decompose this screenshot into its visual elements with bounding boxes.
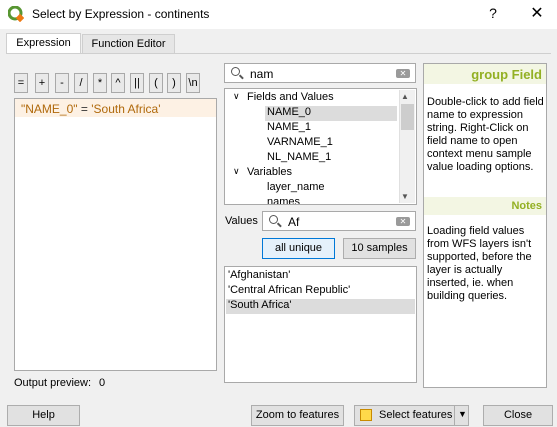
tree-item-label: NL_NAME_1 [267,151,332,163]
value-item[interactable]: 'Afghanistan' [226,269,415,284]
clear-search-icon[interactable]: ✕ [396,217,410,226]
expression-operator-token: = [77,102,92,116]
tree-item-varname-1[interactable]: VARNAME_1 [225,136,399,151]
notes-heading: Notes [424,197,546,215]
window-title: Select by Expression - continents [32,7,210,21]
tab-expression[interactable]: Expression [6,33,81,54]
expand-arrow-icon[interactable]: ∨ [233,166,240,177]
values-search-input[interactable]: Af ✕ [262,211,416,231]
values-label: Values [225,215,258,227]
help-heading: group Field [424,64,546,84]
operator-open-paren-button[interactable]: ( [149,73,163,93]
values-list[interactable]: 'Afghanistan' 'Central African Republic'… [224,266,417,383]
tab-function-editor[interactable]: Function Editor [82,34,175,54]
tree-item-name-0[interactable]: NAME_0 [265,106,397,121]
function-search-input[interactable]: nam ✕ [224,63,416,83]
tree-group-fields-and-values[interactable]: ∨ Fields and Values [225,91,399,106]
help-button[interactable]: Help [7,405,80,426]
clear-search-icon[interactable]: ✕ [396,69,410,78]
function-search-text: nam [250,67,274,81]
operator-minus-button[interactable]: - [55,73,69,93]
close-button[interactable]: Close [483,405,553,426]
output-preview-value: 0 [99,377,106,389]
tree-item-label: VARNAME_1 [267,136,333,148]
dropdown-arrow-icon[interactable]: ▼ [458,409,467,419]
scroll-down-icon[interactable]: ▼ [401,192,409,201]
search-icon [269,215,278,224]
tree-item-label: NAME_1 [267,121,312,133]
notes-text: Loading field values from WFS layers isn… [427,225,532,302]
close-icon[interactable]: ✕ [527,3,547,23]
operator-close-paren-button[interactable]: ) [167,73,181,93]
tree-item-name-1[interactable]: NAME_1 [225,121,399,136]
tree-item-label: NAME_0 [267,106,312,118]
values-search-text: Af [288,215,300,229]
tree-scrollbar-thumb[interactable] [401,104,414,130]
tree-item-layer-name[interactable]: layer_name [225,181,399,196]
operator-plus-button[interactable]: + [35,73,49,93]
qgis-logo-icon [8,6,24,22]
help-icon[interactable]: ? [487,5,499,21]
tree-item-label: names [267,196,301,205]
value-item[interactable]: 'Central African Republic' [226,284,415,299]
tree-group-label: Fields and Values [247,91,334,103]
ten-samples-button[interactable]: 10 samples [343,238,416,259]
value-item-selected[interactable]: 'South Africa' [226,299,415,314]
expression-field-token: "NAME_0" [21,102,78,116]
tree-item-names[interactable]: names [225,196,399,205]
tab-divider [6,53,551,54]
split-divider [454,406,455,425]
all-unique-button[interactable]: all unique [262,238,335,259]
function-tree[interactable]: ∨ Fields and Values NAME_0 NAME_1 VARNAM… [224,88,417,205]
operator-power-button[interactable]: ^ [111,73,125,93]
select-features-icon [360,409,372,421]
operator-equals-button[interactable]: = [14,73,28,93]
output-preview-label: Output preview: [14,377,92,389]
operator-divide-button[interactable]: / [74,73,88,93]
scroll-up-icon[interactable]: ▲ [401,92,409,101]
tree-group-label: Variables [247,166,293,178]
operator-multiply-button[interactable]: * [93,73,107,93]
tree-item-label: layer_name [267,181,325,193]
expression-editor[interactable] [14,98,217,371]
expression-string-token: 'South Africa' [91,102,161,116]
tree-group-variables[interactable]: ∨ Variables [225,166,399,181]
expand-arrow-icon[interactable]: ∨ [233,91,240,102]
tree-item-nl-name-1[interactable]: NL_NAME_1 [225,151,399,166]
operator-newline-button[interactable]: \n [186,73,200,93]
operator-concat-button[interactable]: || [130,73,144,93]
zoom-to-features-button[interactable]: Zoom to features [251,405,344,426]
search-icon [231,67,240,76]
expression-text[interactable]: "NAME_0" = 'South Africa' [21,102,161,116]
help-text: Double-click to add field name to expres… [427,96,544,173]
